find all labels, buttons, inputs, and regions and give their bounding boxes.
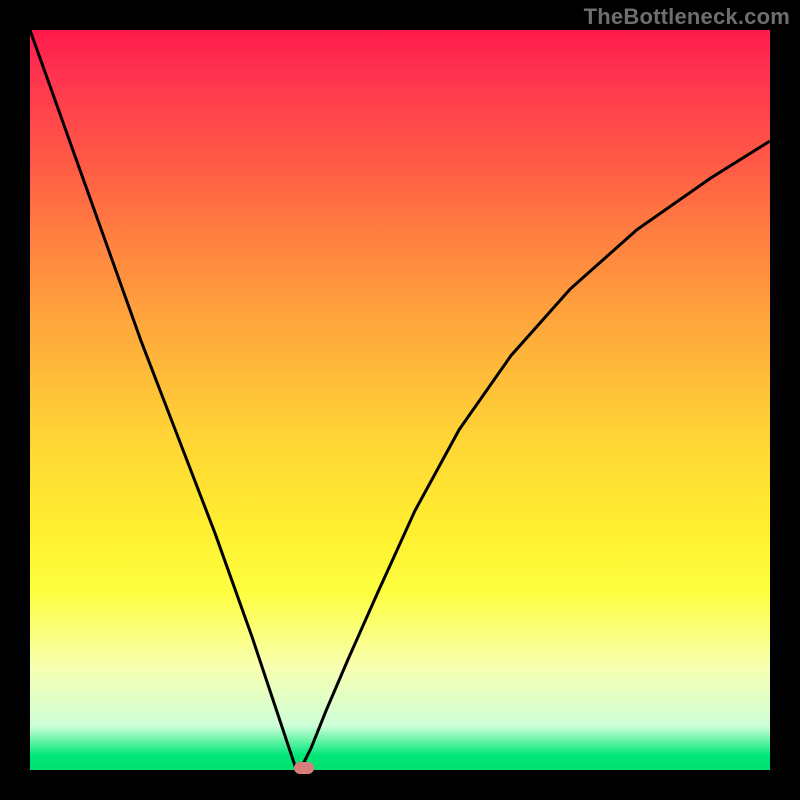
plot-area bbox=[30, 30, 770, 770]
bottleneck-curve bbox=[30, 30, 770, 770]
optimum-marker bbox=[294, 762, 314, 774]
watermark-text: TheBottleneck.com bbox=[584, 4, 790, 30]
chart-svg bbox=[30, 30, 770, 770]
